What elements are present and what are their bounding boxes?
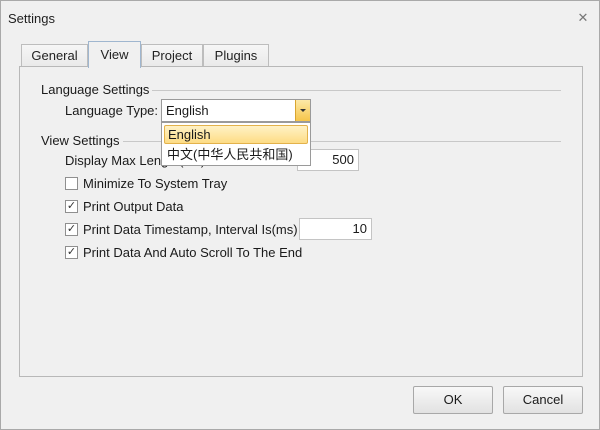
tab-general[interactable]: General xyxy=(21,44,88,67)
autoscroll-label: Print Data And Auto Scroll To The End xyxy=(83,245,303,260)
group-divider xyxy=(151,90,561,91)
timestamp-label: Print Data Timestamp, Interval Is(ms) xyxy=(83,222,298,237)
language-option-chinese[interactable]: 中文(中华人民共和国) xyxy=(164,146,308,165)
minimize-tray-checkbox[interactable] xyxy=(65,177,78,190)
print-output-checkbox[interactable]: ✓ xyxy=(65,200,78,213)
minimize-tray-option[interactable]: Minimize To System Tray xyxy=(65,176,265,194)
chevron-down-icon[interactable] xyxy=(295,100,310,121)
timestamp-option[interactable]: ✓ Print Data Timestamp, Interval Is(ms) xyxy=(65,222,298,240)
language-select[interactable]: English xyxy=(161,99,311,122)
autoscroll-checkbox[interactable]: ✓ xyxy=(65,246,78,259)
tab-view[interactable]: View xyxy=(88,41,141,68)
language-select-value: English xyxy=(166,103,209,118)
window-title: Settings xyxy=(8,11,55,26)
cancel-button[interactable]: Cancel xyxy=(503,386,583,414)
print-output-label: Print Output Data xyxy=(83,199,184,214)
language-dropdown-list: English 中文(中华人民共和国) xyxy=(161,122,311,166)
language-option-english[interactable]: English xyxy=(164,125,308,144)
print-output-option[interactable]: ✓ Print Output Data xyxy=(65,199,265,217)
minimize-tray-label: Minimize To System Tray xyxy=(83,176,228,191)
tab-project[interactable]: Project xyxy=(141,44,203,67)
tab-plugins[interactable]: Plugins xyxy=(203,44,269,67)
settings-dialog: Settings ✕ General View Project Plugins … xyxy=(0,0,600,430)
ok-button[interactable]: OK xyxy=(413,386,493,414)
title-bar: Settings ✕ xyxy=(1,1,599,37)
view-group-title: View Settings xyxy=(41,133,123,148)
language-type-label: Language Type: xyxy=(65,103,159,118)
timestamp-checkbox[interactable]: ✓ xyxy=(65,223,78,236)
close-icon[interactable]: ✕ xyxy=(575,9,591,27)
autoscroll-option[interactable]: ✓ Print Data And Auto Scroll To The End xyxy=(65,245,305,263)
timestamp-interval-input[interactable]: 10 xyxy=(299,218,372,240)
language-group-title: Language Settings xyxy=(41,82,153,97)
